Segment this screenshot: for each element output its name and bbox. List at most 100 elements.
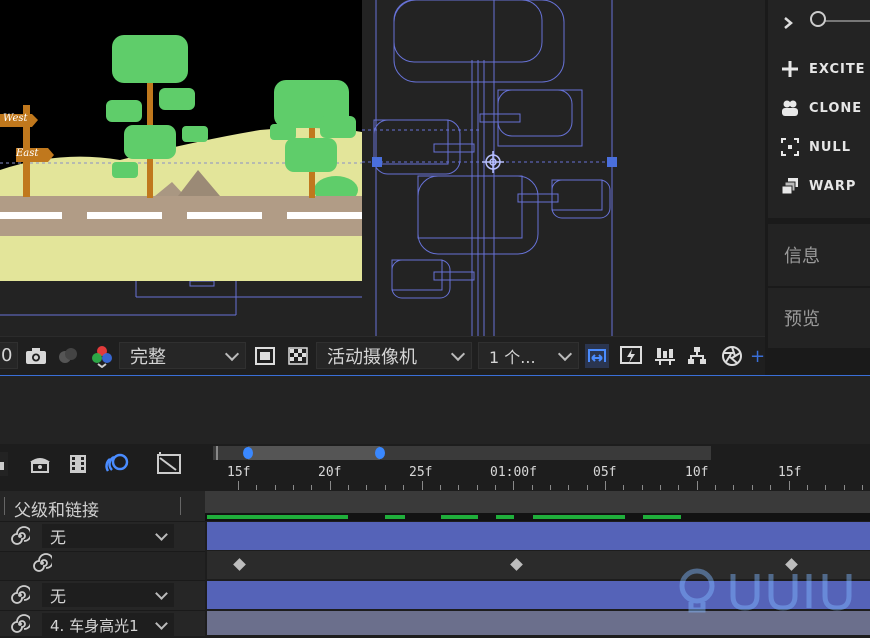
scene-illustration — [0, 0, 362, 281]
ruler-tick — [844, 485, 845, 490]
ruler-tick — [440, 485, 441, 490]
plus-icon — [779, 58, 801, 80]
camera-dropdown[interactable]: 活动摄像机 — [316, 342, 472, 369]
chevron-down-icon — [224, 346, 240, 362]
parent-select-value: 无 — [50, 587, 67, 606]
ruler-tick — [752, 485, 753, 490]
show-snapshot-icon[interactable] — [56, 344, 80, 368]
color-channels-icon[interactable] — [90, 344, 114, 368]
ruler-tick — [495, 485, 496, 490]
cache-segment — [533, 515, 625, 519]
cache-segment — [496, 515, 514, 519]
region-of-interest-icon[interactable] — [253, 344, 277, 368]
parent-select-value: 无 — [50, 528, 67, 547]
resolution-dropdown[interactable]: 完整 — [119, 342, 246, 369]
null-frame-icon — [779, 136, 801, 158]
ruler-label: 10f — [685, 465, 709, 480]
snapshot-camera-icon[interactable] — [24, 344, 48, 368]
ruler-tick — [715, 485, 716, 490]
clone-button[interactable]: CLONE — [779, 96, 862, 120]
expand-arrow-icon[interactable] — [783, 14, 793, 29]
toggle-pixel-aspect-icon[interactable] — [585, 344, 609, 368]
partial-icon — [0, 452, 8, 476]
slider-handle[interactable] — [810, 11, 826, 27]
preview-panel-tab[interactable]: 预览 — [768, 288, 870, 348]
layer-property-row[interactable] — [0, 551, 205, 580]
cache-segment — [207, 515, 348, 519]
clone-people-icon — [779, 97, 801, 119]
parent-select[interactable]: 无 — [42, 524, 174, 548]
ruler-tick — [862, 485, 863, 490]
info-panel-label: 信息 — [784, 246, 820, 267]
warp-button[interactable]: WARP — [779, 174, 856, 198]
camera-value: 活动摄像机 — [327, 346, 417, 368]
watermark-logo — [675, 566, 855, 616]
pickwhip-spiral-icon[interactable] — [10, 526, 32, 550]
ruler-label: 01:00f — [490, 465, 537, 480]
ruler-tick — [587, 485, 588, 490]
zoom-field[interactable]: 0 — [0, 342, 18, 369]
excite-button[interactable]: EXCITE — [779, 57, 866, 81]
timeline-graph-icon[interactable] — [653, 344, 677, 368]
flowchart-icon[interactable] — [685, 344, 709, 368]
ruler-tick — [550, 485, 551, 490]
warp-label: WARP — [809, 178, 857, 194]
warp-layers-icon — [779, 175, 801, 197]
motion-blur-icon[interactable] — [104, 452, 130, 480]
cache-segment — [643, 515, 681, 519]
navigator-end-handle[interactable] — [375, 447, 385, 459]
wireframe-overlay-lower — [0, 280, 362, 336]
chevron-down-icon — [557, 346, 573, 362]
ruler-tick — [642, 485, 643, 490]
navigator-marker — [216, 446, 218, 460]
pickwhip-spiral-icon[interactable] — [10, 585, 32, 609]
plus-icon[interactable]: + — [750, 346, 765, 367]
resolution-value: 完整 — [130, 346, 166, 368]
layer-track[interactable] — [207, 522, 870, 550]
null-label: NULL — [809, 139, 852, 155]
chevron-down-icon — [155, 587, 168, 600]
slider-track[interactable] — [820, 20, 870, 22]
work-area-bar[interactable] — [205, 491, 870, 513]
ruler-tick — [532, 485, 533, 490]
transparency-grid-icon[interactable] — [286, 344, 310, 368]
frame-blend-icon[interactable] — [66, 452, 90, 480]
ruler-tick — [422, 481, 423, 490]
excite-label: EXCITE — [809, 61, 866, 77]
parent-select[interactable]: 无 — [42, 583, 174, 607]
ruler-tick — [293, 485, 294, 490]
composition-viewer[interactable]: West East — [0, 0, 362, 281]
ruler-tick — [256, 485, 257, 490]
chevron-down-icon — [155, 528, 168, 541]
pickwhip-spiral-icon[interactable] — [32, 553, 54, 577]
shy-switch-icon[interactable] — [28, 452, 52, 480]
chevron-down-icon — [450, 346, 466, 362]
ruler-tick — [789, 481, 790, 490]
ruler-tick — [733, 485, 734, 490]
graph-editor-icon[interactable] — [156, 452, 182, 480]
null-button[interactable]: NULL — [779, 135, 851, 159]
parent-select[interactable]: 4. 车身高光1 — [42, 613, 174, 637]
info-panel-tab[interactable]: 信息 — [768, 224, 870, 286]
ruler-tick — [605, 481, 606, 490]
parent-link-column-title[interactable]: 父级和链接 — [14, 496, 99, 521]
time-navigator-range[interactable] — [248, 446, 380, 460]
views-dropdown[interactable]: 1 个... — [478, 342, 579, 369]
pickwhip-spiral-icon[interactable] — [10, 614, 32, 638]
ruler-tick — [623, 485, 624, 490]
ruler-tick — [568, 485, 569, 490]
wireframe-overlay[interactable] — [362, 0, 765, 336]
exposure-aperture-icon[interactable] — [720, 344, 744, 368]
fast-previews-icon[interactable] — [619, 344, 643, 368]
column-divider — [180, 497, 181, 515]
sign-west-label: West — [3, 113, 28, 124]
views-value: 1 个... — [489, 347, 536, 367]
navigator-start-handle[interactable] — [243, 447, 253, 459]
cache-segment — [441, 515, 478, 519]
zoom-value: 0 — [1, 345, 13, 366]
guide-shapes — [362, 0, 617, 336]
ruler-tick — [807, 485, 808, 490]
ruler-tick — [513, 481, 514, 490]
timeline-header-area — [0, 376, 870, 444]
sign-east-label: East — [16, 148, 39, 159]
